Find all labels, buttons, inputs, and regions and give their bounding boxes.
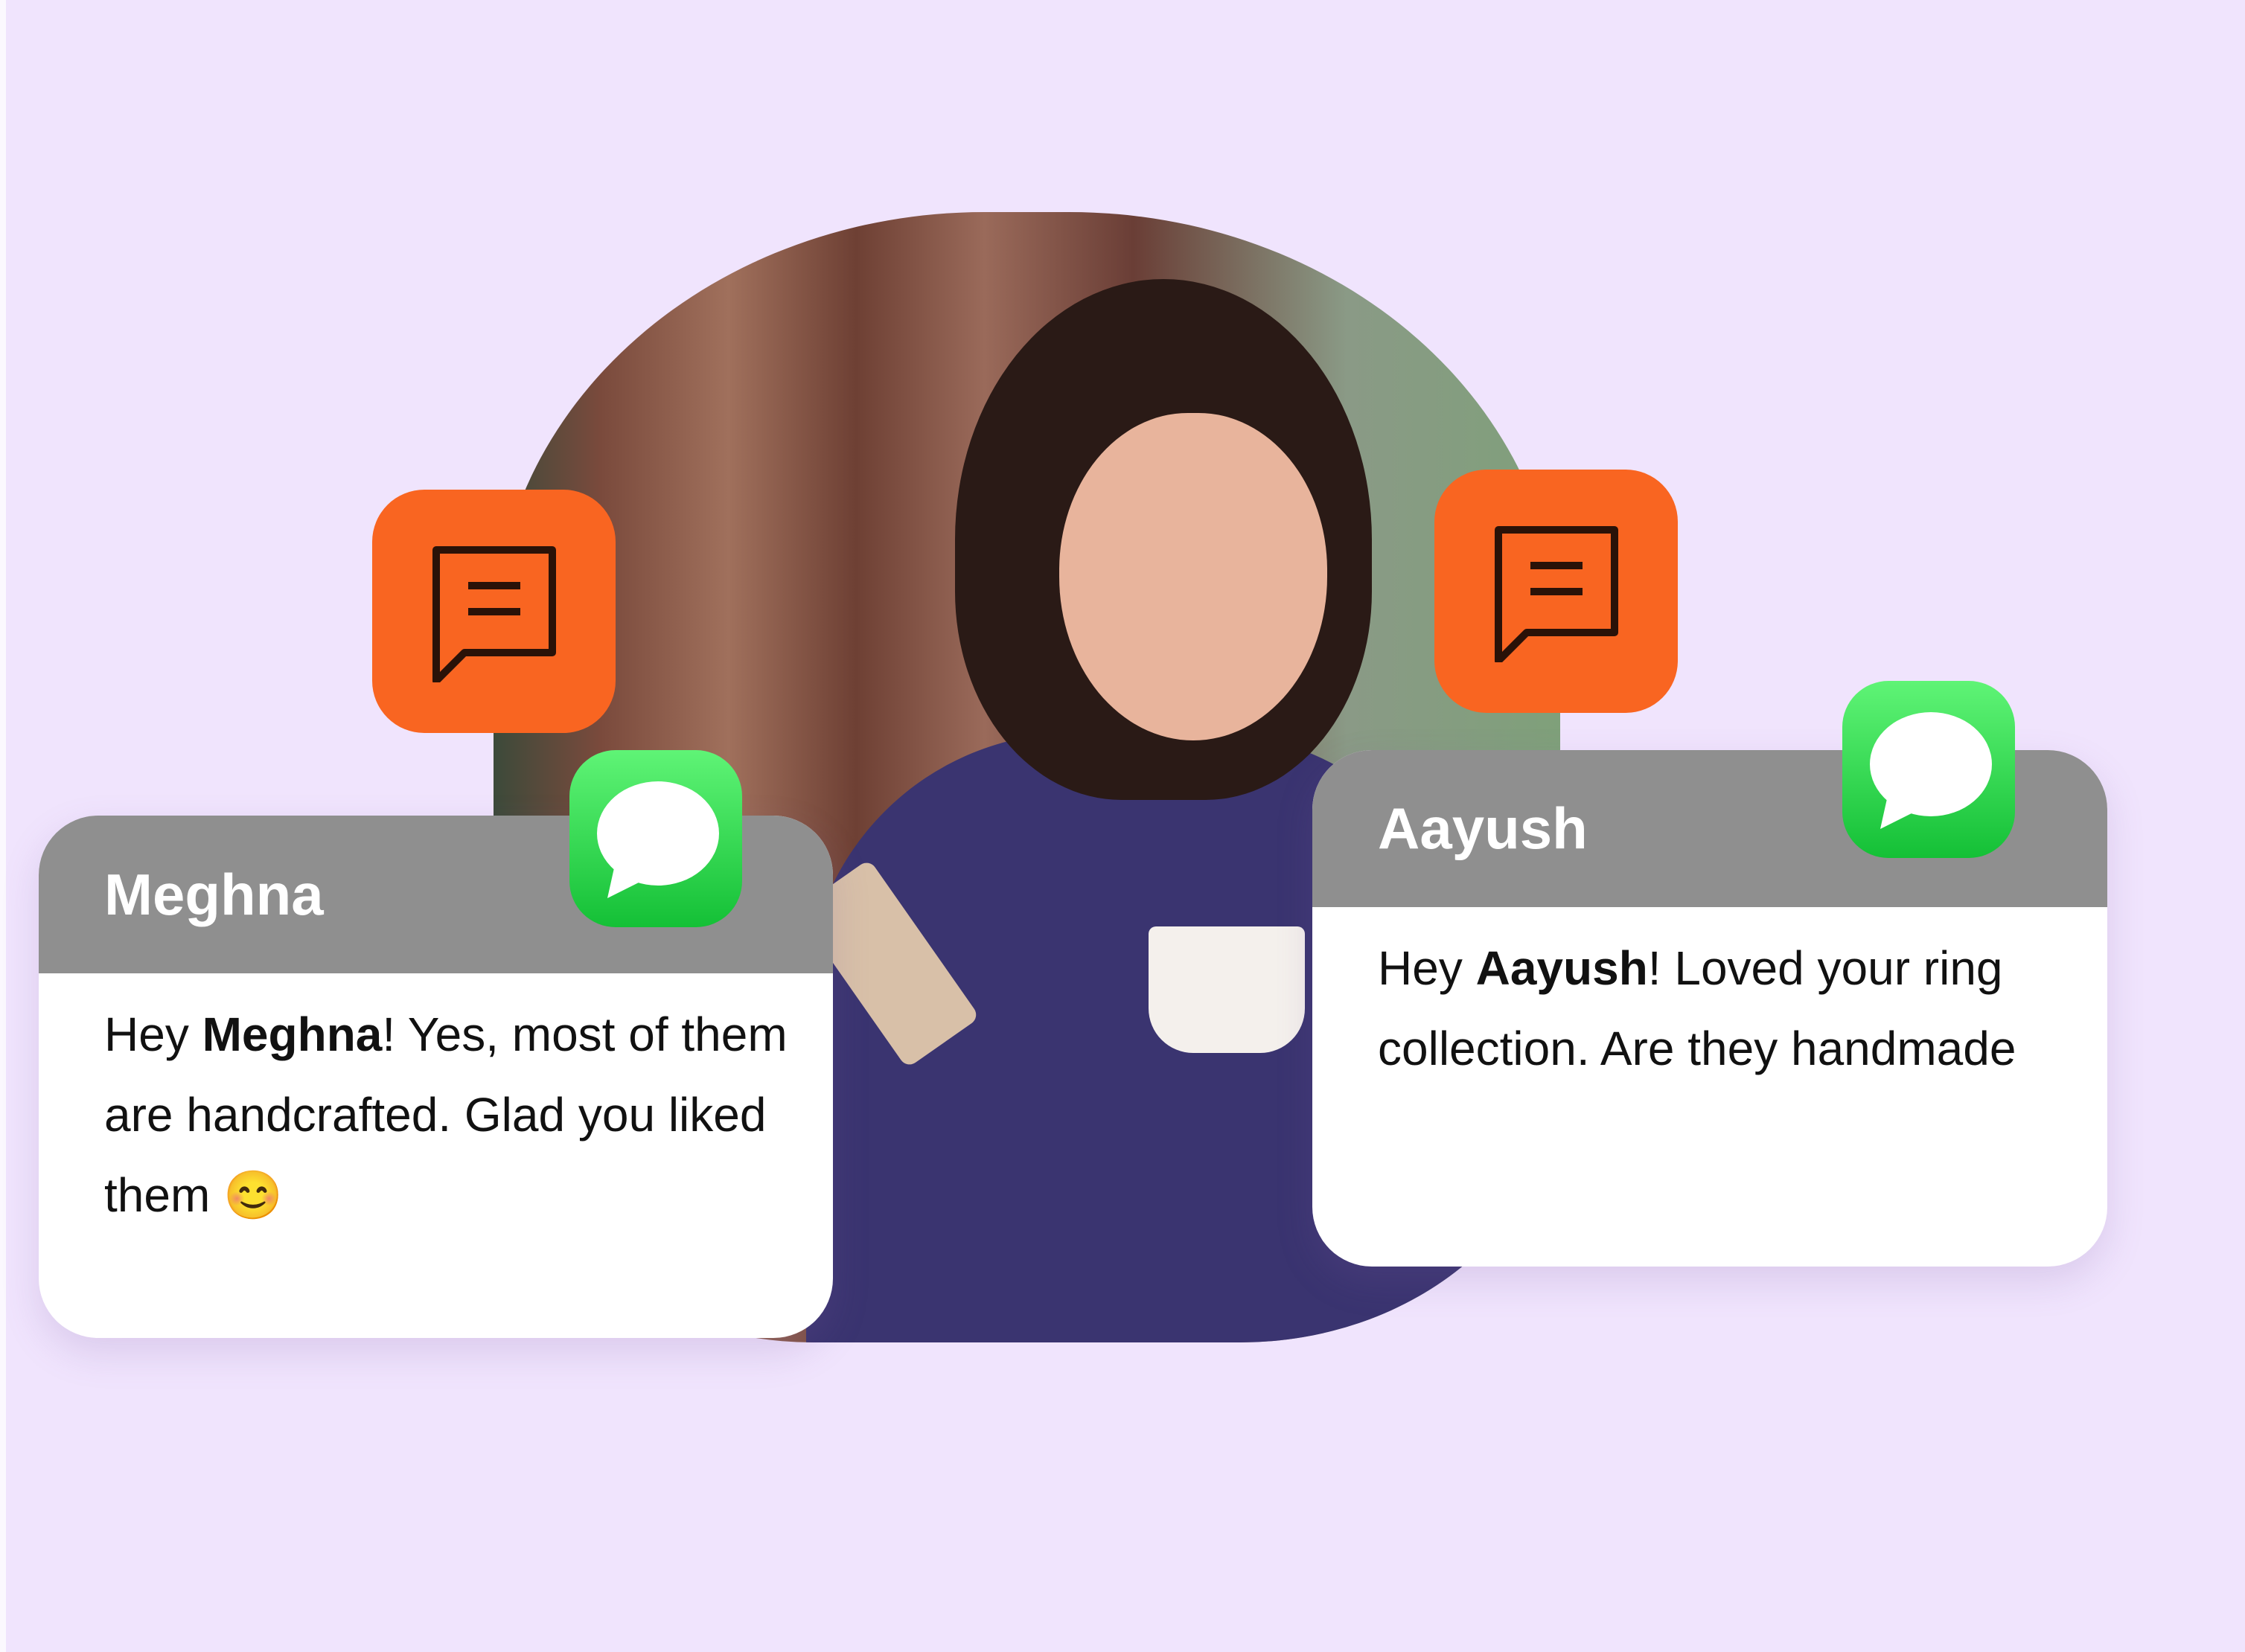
contact-name: Aayush [1378, 795, 1588, 861]
left-edge [0, 0, 6, 1652]
face [1059, 413, 1327, 740]
message-text: Hey Meghna! Yes, most of them are handcr… [39, 973, 833, 1235]
bold-name: Aayush [1475, 941, 1648, 995]
contact-name: Meghna [104, 861, 324, 927]
message-text: Hey Aayush! Loved your ring collection. … [1312, 907, 2107, 1089]
text: Hey [104, 1008, 202, 1061]
text: Hey [1378, 941, 1476, 995]
coffee-cup [1149, 926, 1305, 1053]
chat-bubble-icon [372, 490, 616, 733]
smile-emoji-icon: 😊 [223, 1168, 283, 1222]
imessage-icon [1842, 681, 2015, 858]
chat-bubble-icon [1434, 470, 1678, 713]
imessage-icon [569, 750, 742, 927]
bold-name: Meghna [202, 1008, 383, 1061]
